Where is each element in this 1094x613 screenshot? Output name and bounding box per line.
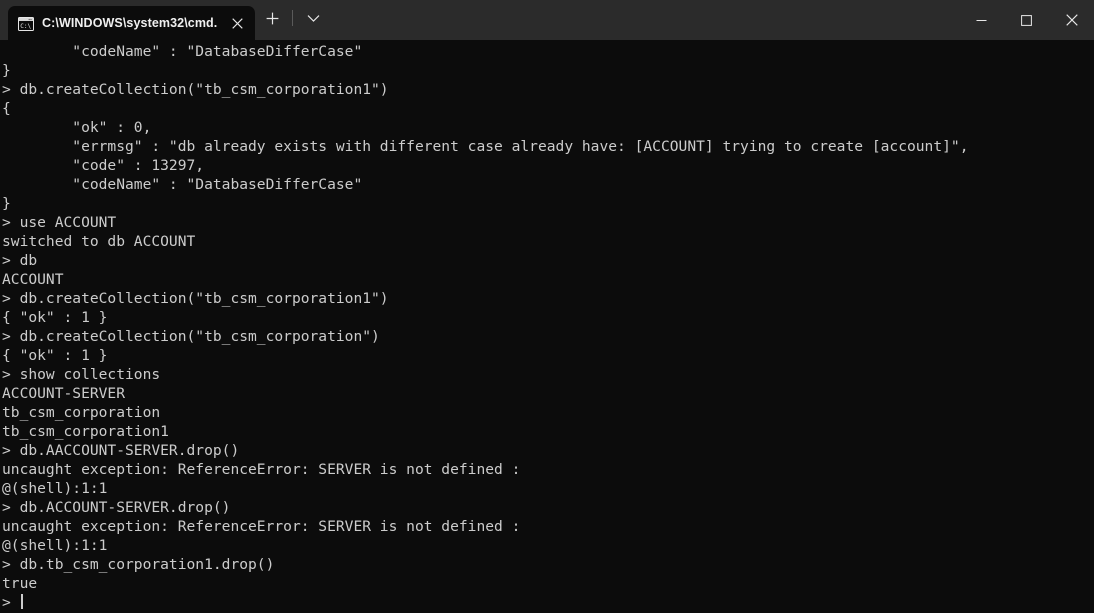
terminal-line: > use ACCOUNT <box>2 214 117 231</box>
terminal-line: "errmsg" : "db already exists with diffe… <box>2 138 969 155</box>
minimize-button[interactable] <box>959 0 1004 40</box>
terminal-line: } <box>2 62 11 79</box>
terminal-line: tb_csm_corporation <box>2 404 161 421</box>
terminal-line: > db.createCollection("tb_csm_corporatio… <box>2 81 389 98</box>
terminal-line: uncaught exception: ReferenceError: SERV… <box>2 461 521 478</box>
terminal-line: switched to db ACCOUNT <box>2 233 196 250</box>
terminal-body[interactable]: "codeName" : "DatabaseDifferCase"} > db.c… <box>0 40 1094 613</box>
tab-close-icon[interactable] <box>225 11 249 35</box>
terminal-output: "codeName" : "DatabaseDifferCase"} > db.c… <box>0 42 1094 612</box>
terminal-line: "ok" : 0, <box>2 119 152 136</box>
terminal-line: @(shell):1:1 <box>2 537 108 554</box>
terminal-line: uncaught exception: ReferenceError: SERV… <box>2 518 521 535</box>
maximize-button[interactable] <box>1004 0 1049 40</box>
window-controls <box>959 0 1094 40</box>
terminal-line: > db.tb_csm_corporation1.drop() <box>2 556 275 573</box>
terminal-line: true <box>2 575 38 592</box>
terminal-line: > db.AACCOUNT-SERVER.drop() <box>2 442 240 459</box>
close-button[interactable] <box>1049 0 1094 40</box>
tab-title: C:\WINDOWS\system32\cmd. <box>42 16 218 30</box>
terminal-line: > show collections <box>2 366 161 383</box>
prompt-symbol: > <box>2 594 20 611</box>
terminal-line: { "ok" : 1 } <box>2 309 108 326</box>
title-bar: C:\ C:\WINDOWS\system32\cmd. <box>0 0 1094 40</box>
terminal-line: } <box>2 195 11 212</box>
tab-cmd[interactable]: C:\ C:\WINDOWS\system32\cmd. <box>8 6 256 40</box>
new-tab-button[interactable] <box>255 3 289 33</box>
terminal-line: > db <box>2 252 38 269</box>
terminal-line: > db.createCollection("tb_csm_corporatio… <box>2 290 389 307</box>
text-cursor <box>20 594 23 609</box>
terminal-line: tb_csm_corporation1 <box>2 423 169 440</box>
cmd-console-icon: C:\ <box>18 16 34 31</box>
tab-strip: C:\ C:\WINDOWS\system32\cmd. <box>0 0 330 40</box>
terminal-line: { "ok" : 1 } <box>2 347 108 364</box>
terminal-line: "codeName" : "DatabaseDifferCase" <box>2 43 363 60</box>
terminal-line: > db.ACCOUNT-SERVER.drop() <box>2 499 231 516</box>
tab-divider <box>292 10 294 26</box>
terminal-line: @(shell):1:1 <box>2 480 108 497</box>
terminal-line: "codeName" : "DatabaseDifferCase" <box>2 176 363 193</box>
terminal-line: > db.createCollection("tb_csm_corporatio… <box>2 328 380 345</box>
terminal-line: "code" : 13297, <box>2 157 205 174</box>
terminal-window: C:\ C:\WINDOWS\system32\cmd. "codeName" … <box>0 0 1094 613</box>
svg-text:C:\: C:\ <box>20 23 31 30</box>
terminal-line: ACCOUNT-SERVER <box>2 385 126 402</box>
terminal-prompt-line: > <box>2 593 1094 612</box>
new-tab-area <box>255 0 330 40</box>
chevron-down-icon[interactable] <box>296 3 330 33</box>
terminal-line: { <box>2 100 11 117</box>
terminal-line: ACCOUNT <box>2 271 64 288</box>
